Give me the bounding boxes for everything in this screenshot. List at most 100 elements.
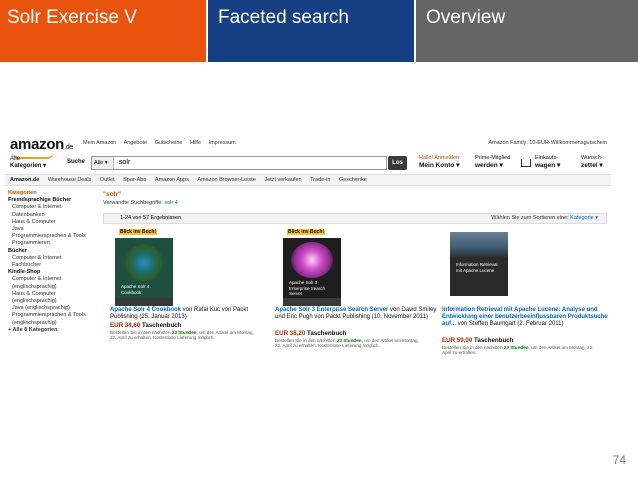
top-link-hilfe[interactable]: Hilfe bbox=[190, 140, 201, 146]
facet-item[interactable]: Programmieren bbox=[8, 240, 103, 247]
prime-line1: Prime-Mitglied bbox=[475, 155, 511, 161]
facet-more-link[interactable]: + Alle 8 Kategorien bbox=[8, 327, 103, 334]
ship-text: Bestellen Sie in den nächsten bbox=[442, 345, 503, 350]
nav-bar: Amazon.de Warehouse Deals Outlet Spar-Ab… bbox=[5, 174, 611, 186]
family-promo[interactable]: Amazon Family: 10-EUR-Willkommensgutsche… bbox=[488, 140, 607, 146]
cart-icon[interactable] bbox=[521, 159, 531, 167]
shipping-info: Bestellen Sie in den nächsten 23 Stunden… bbox=[442, 345, 602, 356]
nav-item-amazon-apps[interactable]: Amazon Apps bbox=[155, 177, 189, 183]
facet-item[interactable]: Computer & Internet bbox=[8, 255, 103, 262]
nav-item-warehouse-deals[interactable]: Warehouse Deals bbox=[48, 177, 92, 183]
cart-line1: Einkaufs- bbox=[535, 155, 558, 161]
wishlist-menu[interactable]: Wunsch- zettel ▾ bbox=[581, 155, 603, 169]
top-link-angebote[interactable]: Angebote bbox=[124, 140, 148, 146]
ship-free: Kostenlose Lieferung möglich. bbox=[318, 343, 380, 349]
search-input[interactable]: Alle ▾ solr bbox=[91, 156, 387, 170]
price-value: EUR 59,00 bbox=[442, 337, 473, 344]
product-price: EUR 59,00 Taschenbuch bbox=[442, 337, 513, 344]
product-title: Information Retrieval mit Apache Lucene:… bbox=[442, 307, 608, 329]
cart-menu[interactable]: Einkaufs- wagen ▾ bbox=[535, 155, 560, 169]
product-link[interactable]: Apache Solr 4 Cookbook bbox=[110, 307, 181, 313]
product-title: Apache Solr 3 Enterprise Search Server v… bbox=[275, 307, 437, 321]
facet-item[interactable]: Fachbücher bbox=[8, 262, 103, 269]
product-meta: von Steffen Baumgart (2. Februar 2011) bbox=[456, 321, 564, 328]
nav-item-outlet[interactable]: Outlet bbox=[100, 177, 115, 183]
page-number: 74 bbox=[612, 453, 626, 467]
shipping-info: Bestellen Sie in den nächsten 23 Stunden… bbox=[110, 330, 260, 341]
account-menu[interactable]: Hallo! Anmelden Mein Konto ▾ bbox=[419, 155, 459, 169]
look-inside-badge[interactable]: Blick ins Buch! bbox=[119, 229, 158, 235]
facet-heading[interactable]: Bücher bbox=[8, 248, 103, 255]
facet-item[interactable]: Programmiersprachen & Tools bbox=[8, 233, 103, 240]
search-go-button[interactable]: Los bbox=[388, 156, 407, 170]
amazon-logo[interactable]: amazon.de bbox=[10, 136, 73, 153]
ship-hours: 23 Stunden bbox=[503, 345, 529, 350]
product-title: Apache Solr 4 Cookbook von Rafał Kuc von… bbox=[110, 307, 270, 321]
nav-item-browser-leiste[interactable]: Amazon Browser-Leiste bbox=[197, 177, 255, 183]
wish-line1: Wunsch- bbox=[581, 155, 603, 161]
facet-item[interactable]: Programmiersprachen & Tools bbox=[8, 312, 103, 319]
facet-item[interactable]: Datenbanken bbox=[8, 212, 103, 219]
result-bar: 1-24 von 57 Ergebnissen Wählen Sie zum S… bbox=[103, 213, 607, 224]
slide-header-faceted-search: Faceted search bbox=[208, 0, 414, 62]
facet-item[interactable]: Haus & Computer bbox=[8, 291, 103, 298]
prime-line2: werden ▾ bbox=[475, 162, 503, 169]
facet-item[interactable]: Computer & Internet bbox=[8, 204, 103, 211]
look-inside-label: Blick ins Buch! bbox=[287, 229, 326, 235]
sort-control[interactable]: Wählen Sie zum Sortieren eine: Kategorie… bbox=[491, 214, 598, 223]
flower-art bbox=[291, 242, 333, 278]
nav-item-spar-abo[interactable]: Spar-Abo bbox=[123, 177, 146, 183]
cart-line2: wagen ▾ bbox=[535, 162, 561, 169]
facet-item[interactable]: Haus & Computer bbox=[8, 219, 103, 226]
category-facets: Kategorien Fremdsprachige Bücher Computer … bbox=[8, 190, 103, 334]
look-inside-badge[interactable]: Blick ins Buch! bbox=[287, 229, 326, 235]
book-cover[interactable]: Apache Solr 4 Cookbook bbox=[115, 238, 173, 306]
facet-item[interactable]: Computer & Internet bbox=[8, 276, 103, 283]
facet-heading[interactable]: Fremdsprachige Bücher bbox=[8, 197, 103, 204]
top-link-mein-amazon[interactable]: Mein Amazon bbox=[83, 140, 116, 146]
prime-menu[interactable]: Prime-Mitglied werden ▾ bbox=[475, 155, 510, 169]
logo-text: amazon bbox=[10, 136, 65, 153]
product-price: EUR 38,20 Taschenbuch bbox=[275, 330, 346, 337]
cover-band bbox=[283, 298, 341, 306]
ship-text: Bestellen Sie in den nächsten bbox=[110, 330, 171, 335]
price-format[interactable]: Taschenbuch bbox=[142, 322, 181, 329]
ship-text: Bestellen Sie in den nächsten bbox=[275, 338, 336, 343]
related-label: Verwandte Suchbegriffe: bbox=[103, 200, 163, 206]
nav-item-amazon-de[interactable]: Amazon.de bbox=[10, 177, 39, 183]
result-count: 1-24 von 57 Ergebnissen bbox=[120, 215, 182, 221]
nav-item-jetzt-verkaufen[interactable]: Jetzt verkaufen bbox=[264, 177, 301, 183]
cover-band bbox=[115, 298, 173, 306]
cover-title: Apache Solr 4 Cookbook bbox=[121, 284, 150, 295]
product-link[interactable]: Apache Solr 3 Enterprise Search Server bbox=[275, 307, 388, 313]
shipping-info: Bestellen Sie in den nächsten 23 Stunden… bbox=[275, 338, 425, 349]
ship-free: Kostenlose Lieferung möglich. bbox=[153, 335, 215, 341]
facet-item[interactable]: (englischsprachig) bbox=[8, 284, 103, 291]
facet-heading[interactable]: Kindle-Shop bbox=[8, 269, 103, 276]
book-cover[interactable]: Information Retrieval mit Apache Lucene bbox=[450, 232, 508, 296]
price-format[interactable]: Taschenbuch bbox=[474, 337, 513, 344]
facet-item[interactable]: Java (englischsprachig) bbox=[8, 305, 103, 312]
categories-button[interactable]: Alle Kategorien ▾ bbox=[10, 156, 46, 170]
top-link-impressum[interactable]: Impressum bbox=[209, 140, 236, 146]
facet-item[interactable]: (englischsprachig) bbox=[8, 320, 103, 327]
nav-item-geschenke[interactable]: Geschenke bbox=[339, 177, 367, 183]
facet-heading[interactable]: Kategorien bbox=[8, 190, 103, 197]
book-cover[interactable]: Apache Solr 3 Enterprise Search Server bbox=[283, 238, 341, 306]
facet-item[interactable]: Java bbox=[8, 226, 103, 233]
sort-label: Wählen Sie zum Sortieren eine: bbox=[491, 215, 569, 221]
top-link-gutscheine[interactable]: Gutscheine bbox=[155, 140, 183, 146]
top-links: Mein Amazon Angebote Gutscheine Hilfe Im… bbox=[83, 140, 242, 146]
search-value: solr bbox=[119, 159, 131, 166]
related-link[interactable]: solr 4 bbox=[164, 200, 177, 206]
search-query-heading: "solr" bbox=[103, 191, 122, 198]
facet-item[interactable]: (englischsprachig) bbox=[8, 298, 103, 305]
sort-value[interactable]: Kategorie ▾ bbox=[570, 215, 598, 221]
slide-header-solr-exercise: Solr Exercise V bbox=[0, 0, 206, 62]
nav-item-trade-in[interactable]: Trade-in bbox=[310, 177, 330, 183]
cover-art bbox=[450, 232, 508, 258]
price-format[interactable]: Taschenbuch bbox=[307, 330, 346, 337]
ship-hours: 23 Stunden bbox=[336, 338, 362, 343]
search-scope-select[interactable]: Alle ▾ bbox=[92, 157, 114, 169]
cover-title: Apache Solr 3 Enterprise Search Server bbox=[289, 280, 326, 296]
